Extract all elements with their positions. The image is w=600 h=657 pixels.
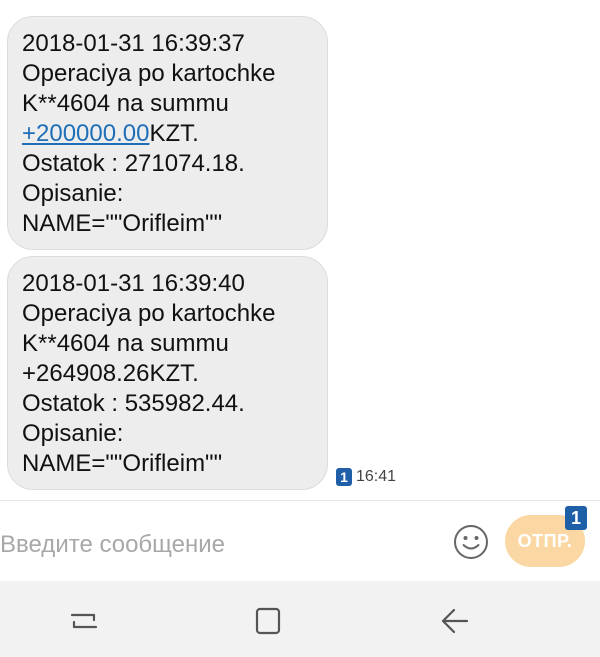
system-nav-bar: [0, 581, 600, 657]
message-input[interactable]: Введите сообщение: [0, 529, 420, 561]
smiley-icon[interactable]: [452, 523, 490, 561]
message-line: Operaciya po kartochke: [22, 60, 276, 87]
sim-badge: 1: [336, 468, 352, 486]
message-line: NAME=""Orifleim"": [22, 210, 223, 237]
message-line: 2018-01-31 16:39:40: [22, 270, 245, 297]
back-icon[interactable]: [434, 601, 474, 641]
message-line: Ostatok : 271074.18.: [22, 150, 245, 177]
amount-currency: KZT.: [149, 120, 199, 147]
sim-badge: 1: [565, 506, 587, 530]
message-bubble[interactable]: 2018-01-31 16:39:40 Operaciya po kartoch…: [7, 256, 328, 490]
amount-line: +200000.00KZT.: [22, 119, 313, 149]
message-line: Operaciya po kartochke: [22, 300, 276, 327]
message-list[interactable]: 2018-01-31 16:39:37 Operaciya po kartoch…: [0, 0, 600, 500]
message-line: K**4604 na summu: [22, 330, 229, 357]
send-button-label: ОТПР.: [517, 530, 573, 551]
message-time: 16:41: [356, 468, 397, 485]
message-line: +264908.26KZT.: [22, 360, 199, 387]
message-line: Opisanie:: [22, 420, 124, 447]
message-line: Opisanie:: [22, 180, 124, 207]
message-bubble[interactable]: 2018-01-31 16:39:37 Operaciya po kartoch…: [7, 16, 328, 250]
home-icon[interactable]: [248, 601, 288, 641]
message-line: K**4604 na summu: [22, 90, 229, 117]
message-line: Ostatok : 535982.44.: [22, 390, 245, 417]
message-line: NAME=""Orifleim"": [22, 450, 223, 477]
message-line: 2018-01-31 16:39:37: [22, 30, 245, 57]
amount-link[interactable]: +200000.00: [22, 120, 149, 147]
message-meta: 1 16:41: [336, 468, 396, 486]
composer-bar: Введите сообщение ОТПР. 1: [0, 501, 600, 581]
recent-apps-icon[interactable]: [64, 601, 104, 641]
